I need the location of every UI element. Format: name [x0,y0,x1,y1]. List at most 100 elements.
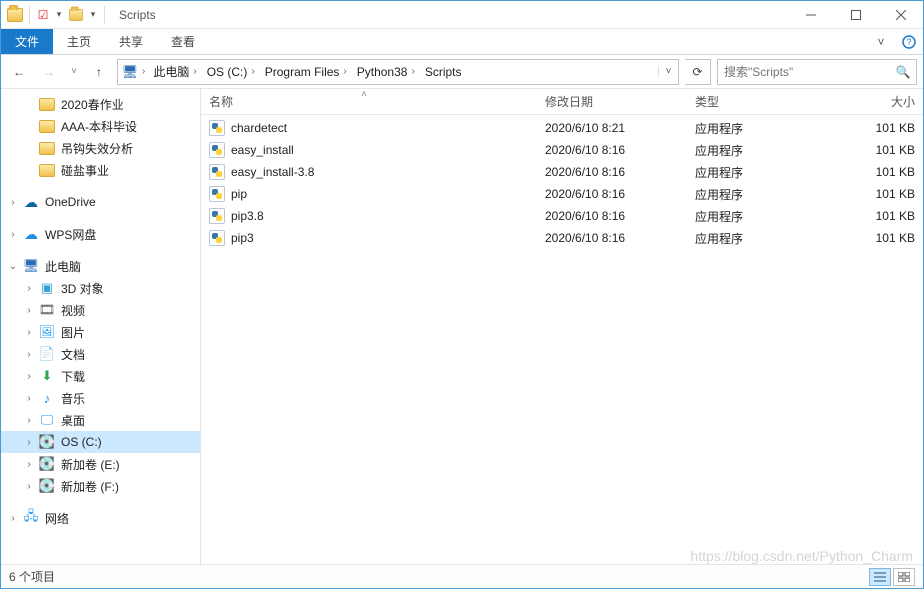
expand-icon[interactable]: › [23,327,35,338]
exe-icon [209,142,225,158]
pc-child-item[interactable]: ›📄文档 [1,343,200,365]
column-headers: 名称 修改日期 类型 大小 ˄ [201,89,923,115]
ribbon-collapse-icon[interactable]: ˅ [867,29,895,54]
details-view-button[interactable] [869,568,891,586]
expand-icon[interactable]: › [7,513,19,524]
expand-icon[interactable]: › [7,197,19,208]
pc-child-item[interactable]: ›🖼图片 [1,321,200,343]
breadcrumb-seg[interactable]: Program Files› [259,60,351,84]
tab-file[interactable]: 文件 [1,29,53,54]
search-input[interactable] [718,65,890,79]
expand-icon[interactable]: › [23,349,35,360]
pc-child-item[interactable]: ›💽新加卷 (F:) [1,475,200,497]
pc-child-item[interactable]: ›♪音乐 [1,387,200,409]
cloud-item[interactable]: ›☁WPS网盘 [1,223,200,245]
separator [104,6,105,24]
col-type[interactable]: 类型 [695,93,825,110]
tab-home[interactable]: 主页 [53,29,105,54]
col-name[interactable]: 名称 [209,93,545,110]
search-icon[interactable]: 🔍 [890,65,916,79]
pc-child-item[interactable]: ›⬇下载 [1,365,200,387]
window-controls [788,1,923,29]
expand-icon[interactable]: › [23,393,35,404]
tab-share[interactable]: 共享 [105,29,157,54]
expand-icon[interactable]: › [23,459,35,470]
file-date: 2020/6/10 8:16 [545,231,695,245]
address-bar[interactable]: 🖥› 此电脑› OS (C:)› Program Files› Python38… [117,59,679,85]
cloud-item[interactable]: ›☁OneDrive [1,191,200,213]
minimize-button[interactable] [788,1,833,29]
network-item[interactable]: ›🖧网络 [1,507,200,529]
file-type: 应用程序 [695,230,825,247]
search-box[interactable]: 🔍 [717,59,917,85]
folder-icon [39,120,55,133]
tree-label: 此电脑 [43,258,81,275]
this-pc[interactable]: ⌄ 🖥此电脑 [1,255,200,277]
quick-access-item[interactable]: 吊钩失效分析 [1,137,200,159]
pc-icon: 🖥 [23,258,39,274]
tree-label: 3D 对象 [59,280,104,297]
window-title: Scripts [113,8,156,22]
expand-icon[interactable]: › [23,481,35,492]
quick-access-item[interactable]: AAA-本科毕设 [1,115,200,137]
help-icon[interactable]: ? [895,29,923,54]
pc-child-item[interactable]: ›🎞视频 [1,299,200,321]
recent-dropdown[interactable]: ˅ [67,60,81,84]
exe-icon [209,186,225,202]
file-size: 101 KB [825,165,915,179]
tree-label: 网络 [43,510,69,527]
file-row[interactable]: easy_install2020/6/10 8:16应用程序101 KB [201,139,923,161]
quick-access-item[interactable]: 碰盐事业 [1,159,200,181]
col-size[interactable]: 大小 [825,93,915,110]
file-name: pip3 [231,231,254,245]
expand-icon[interactable]: ⌄ [7,261,19,272]
expand-icon[interactable]: › [7,229,19,240]
file-date: 2020/6/10 8:16 [545,187,695,201]
breadcrumb-seg[interactable]: Scripts [419,60,466,84]
breadcrumb-seg[interactable]: 此电脑› [147,60,200,84]
expand-icon[interactable]: › [23,415,35,426]
expand-icon[interactable]: › [23,371,35,382]
file-row[interactable]: pip3.82020/6/10 8:16应用程序101 KB [201,205,923,227]
icons-view-button[interactable] [893,568,915,586]
navigation-pane[interactable]: 2020春作业AAA-本科毕设吊钩失效分析碰盐事业 ›☁OneDrive ›☁WPS… [1,89,201,564]
file-row[interactable]: easy_install-3.82020/6/10 8:16应用程序101 KB [201,161,923,183]
back-button[interactable]: ← [7,60,31,84]
qat-dropdown-icon[interactable]: ▾ [54,9,64,20]
col-date[interactable]: 修改日期 [545,93,695,110]
close-button[interactable] [878,1,923,29]
file-name: pip3.8 [231,209,264,223]
file-name: easy_install-3.8 [231,165,314,179]
tree-label: 碰盐事业 [59,162,109,179]
address-root-icon[interactable]: 🖥› [118,60,147,84]
tab-view[interactable]: 查看 [157,29,209,54]
tree-label: 桌面 [59,412,85,429]
maximize-button[interactable] [833,1,878,29]
refresh-button[interactable]: ⟳ [685,59,711,85]
properties-icon[interactable]: ☑ [36,8,50,22]
separator [29,6,30,24]
expand-icon[interactable]: › [23,283,35,294]
pc-child-item[interactable]: ›▣3D 对象 [1,277,200,299]
file-row[interactable]: pip2020/6/10 8:16应用程序101 KB [201,183,923,205]
forward-button[interactable]: → [37,60,61,84]
pc-child-item[interactable]: ›💽OS (C:) [1,431,200,453]
file-list[interactable]: chardetect2020/6/10 8:21应用程序101 KBeasy_i… [201,115,923,564]
address-history-dropdown[interactable]: ˅ [658,66,678,77]
pc-child-item[interactable]: › 🖵桌面 [1,409,200,431]
new-folder-icon[interactable] [69,9,83,21]
up-button[interactable]: ↑ [87,60,111,84]
pc-child-item[interactable]: ›💽新加卷 (E:) [1,453,200,475]
breadcrumb-seg[interactable]: Python38› [351,60,419,84]
qat-customize-icon[interactable]: ▾ [88,9,98,20]
expand-icon[interactable]: › [23,437,35,448]
file-row[interactable]: pip32020/6/10 8:16应用程序101 KB [201,227,923,249]
desktop-icon: 🖵 [39,412,55,428]
quick-access-item[interactable]: 2020春作业 [1,93,200,115]
expand-icon[interactable]: › [23,305,35,316]
navigation-bar: ← → ˅ ↑ 🖥› 此电脑› OS (C:)› Program Files› … [1,55,923,89]
breadcrumb-seg[interactable]: OS (C:)› [201,60,259,84]
quick-access-toolbar: ☑ ▾ ▾ [1,6,113,24]
file-row[interactable]: chardetect2020/6/10 8:21应用程序101 KB [201,117,923,139]
folder-icon [39,98,55,111]
